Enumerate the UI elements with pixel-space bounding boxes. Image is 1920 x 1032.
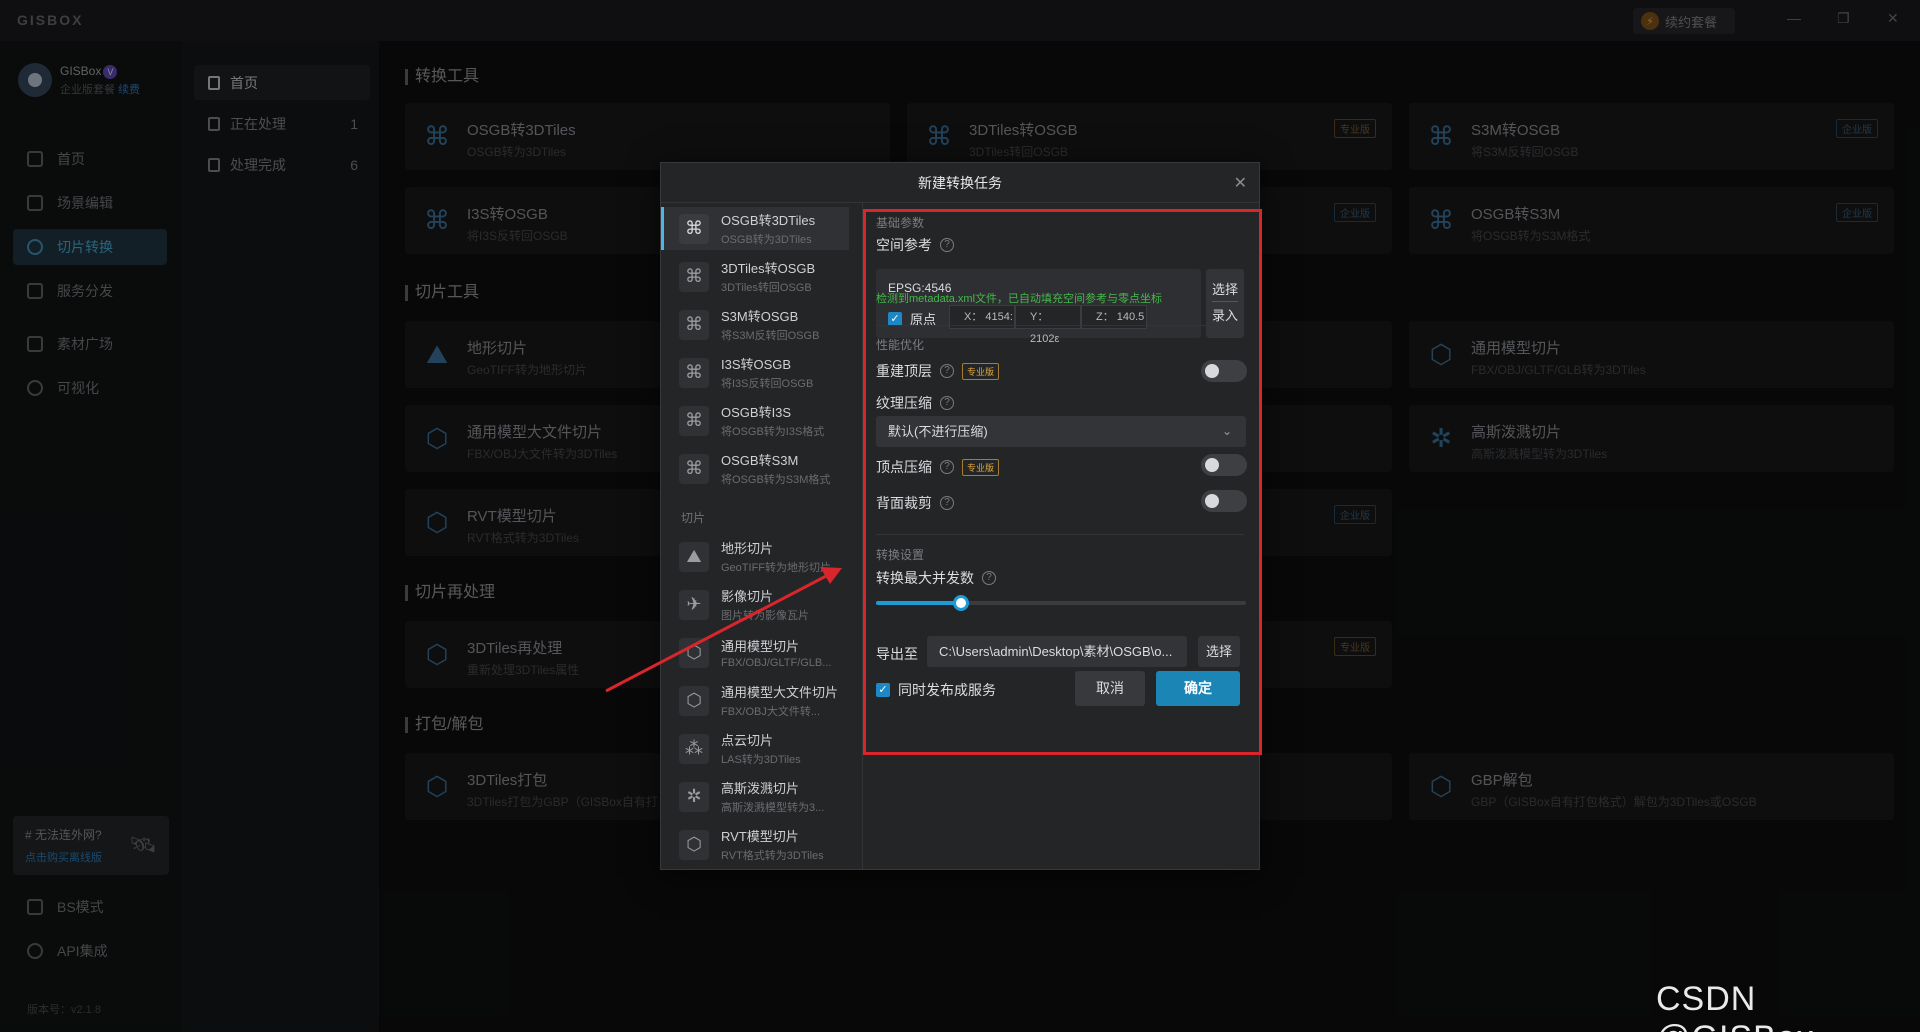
item-subtitle: RVT格式转为3DTiles bbox=[721, 850, 824, 862]
point-cloud-icon: ⁂ bbox=[679, 733, 709, 764]
annotation-box bbox=[863, 209, 1262, 755]
item-title: 高斯泼溅切片 bbox=[721, 781, 800, 796]
task-type-item[interactable]: ✈ 影像切片图片转为影像瓦片 bbox=[673, 583, 849, 626]
item-subtitle: FBX/OBJ/GLTF/GLB... bbox=[721, 657, 832, 669]
convert-icon: ⌘ bbox=[679, 213, 709, 244]
convert-icon: ⌘ bbox=[679, 453, 709, 484]
task-type-item[interactable]: ⬡ 通用模型切片 FBX/OBJ/GLTF/GLB... bbox=[673, 631, 849, 674]
item-title: 地形切片 bbox=[721, 541, 774, 556]
item-title: 通用模型切片 bbox=[721, 639, 800, 654]
item-title: I3S转OSGB bbox=[721, 357, 792, 372]
item-title: 影像切片 bbox=[721, 589, 774, 604]
convert-icon: ⌘ bbox=[679, 405, 709, 436]
task-type-item[interactable]: ⌘ OSGB转3DTiles OSGB转为3DTiles bbox=[661, 207, 849, 250]
item-subtitle: 高斯泼溅模型转为3... bbox=[721, 802, 825, 814]
dialog-title: 新建转换任务 bbox=[661, 163, 1259, 203]
item-subtitle: 将OSGB转为I3S格式 bbox=[721, 426, 825, 438]
item-subtitle: 将I3S反转回OSGB bbox=[721, 378, 814, 390]
task-type-list: ⌘ OSGB转3DTiles OSGB转为3DTiles ⌘ 3DTiles转OSGB… bbox=[661, 203, 863, 869]
task-type-item[interactable]: ⬡ RVT模型切片 RVT格式转为3DTiles bbox=[673, 823, 849, 866]
satellite-icon: ✈ bbox=[679, 589, 709, 620]
item-title: OSGB转3DTiles bbox=[721, 213, 816, 228]
item-subtitle: FBX/OBJ大文件转... bbox=[721, 706, 821, 718]
item-subtitle: 将S3M反转回OSGB bbox=[721, 330, 820, 342]
task-type-item[interactable]: ⌘ S3M转OSGB 将S3M反转回OSGB bbox=[673, 303, 849, 346]
task-type-item[interactable]: ⌘ OSGB转I3S 将OSGB转为I3S格式 bbox=[673, 399, 849, 442]
convert-icon: ⌘ bbox=[679, 261, 709, 292]
item-title: RVT模型切片 bbox=[721, 829, 799, 844]
group-label: 切片 bbox=[681, 511, 706, 525]
task-type-item[interactable]: ⛰ 地形切片 GeoTIFF转为地形切片 bbox=[673, 535, 849, 578]
item-subtitle: LAS转为3DTiles bbox=[721, 754, 801, 766]
cube-icon: ⬡ bbox=[679, 685, 709, 716]
convert-icon: ⌘ bbox=[679, 357, 709, 388]
item-title: 通用模型大文件切片 bbox=[721, 685, 839, 700]
item-title: OSGB转I3S bbox=[721, 405, 792, 420]
terrain-icon: ⛰ bbox=[679, 541, 709, 572]
task-type-item[interactable]: ⌘ 3DTiles转OSGB 3DTiles转回OSGB bbox=[673, 255, 849, 298]
item-subtitle: OSGB转为3DTiles bbox=[721, 234, 812, 246]
item-subtitle: 将OSGB转为S3M格式 bbox=[721, 474, 831, 486]
app-window: GISBOX ⚡ 续约套餐 — ❐ ✕ GISBox V 企业版套餐 续费 首页 … bbox=[0, 0, 1920, 1032]
item-subtitle: GeoTIFF转为地形切片 bbox=[721, 562, 832, 574]
cube-icon: ⬡ bbox=[679, 829, 709, 860]
item-subtitle: 图片转为影像瓦片 bbox=[721, 610, 809, 622]
task-type-item[interactable]: ⌘ OSGB转S3M 将OSGB转为S3M格式 bbox=[673, 447, 849, 490]
close-icon[interactable]: ✕ bbox=[1234, 173, 1247, 193]
item-title: S3M转OSGB bbox=[721, 309, 799, 324]
task-type-item[interactable]: ✲ 高斯泼溅切片高斯泼溅模型转为3... bbox=[673, 775, 849, 818]
item-title: 点云切片 bbox=[721, 733, 774, 748]
task-type-item[interactable]: ⁂ 点云切片 LAS转为3DTiles bbox=[673, 727, 849, 770]
item-subtitle: 3DTiles转回OSGB bbox=[721, 282, 812, 294]
task-type-item[interactable]: ⬡ 通用模型大文件切片 FBX/OBJ大文件转... bbox=[673, 679, 849, 722]
cube-icon: ⬡ bbox=[679, 637, 709, 668]
item-title: 3DTiles转OSGB bbox=[721, 261, 816, 276]
item-title: OSGB转S3M bbox=[721, 453, 799, 468]
gaussian-icon: ✲ bbox=[679, 781, 709, 812]
watermark: CSDN @GISBox bbox=[1656, 980, 1814, 1032]
task-type-item[interactable]: ⌘ I3S转OSGB 将I3S反转回OSGB bbox=[673, 351, 849, 394]
convert-icon: ⌘ bbox=[679, 309, 709, 340]
